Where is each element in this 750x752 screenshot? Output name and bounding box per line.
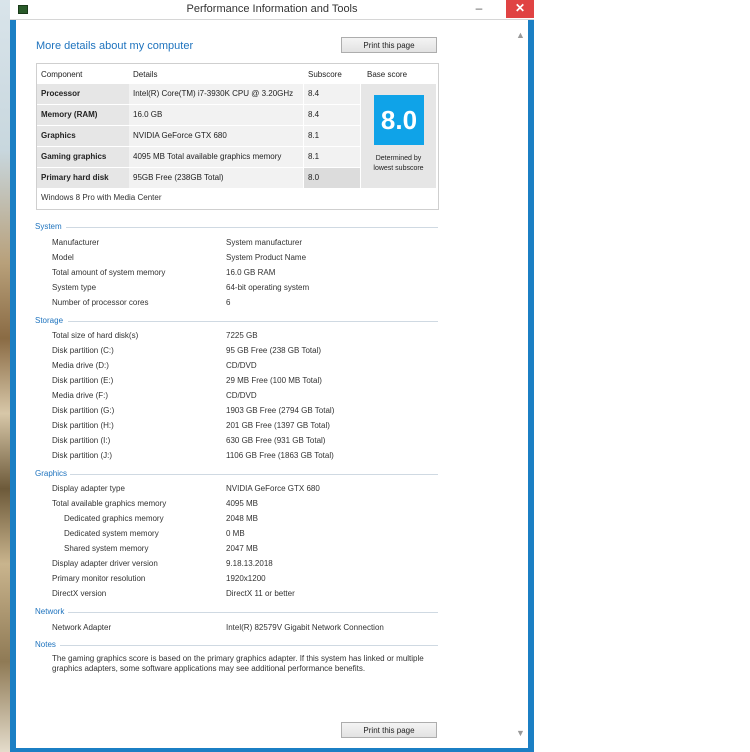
info-value: 29 MB Free (100 MB Total) <box>226 376 322 385</box>
scroll-up-icon[interactable]: ▲ <box>516 30 525 40</box>
info-value: 1903 GB Free (2794 GB Total) <box>226 406 335 415</box>
minimize-button[interactable]: – <box>466 0 492 18</box>
info-value: Intel(R) 82579V Gigabit Network Connecti… <box>226 623 384 632</box>
info-label: Media drive (D:) <box>52 361 109 370</box>
base-score-badge: 8.0 <box>374 95 424 145</box>
info-label: Number of processor cores <box>52 298 149 307</box>
maximize-button[interactable] <box>492 0 506 18</box>
component-subscore: 8.1 <box>304 147 360 167</box>
info-label: Manufacturer <box>52 238 100 247</box>
section-title-network: Network <box>35 607 65 616</box>
section-divider <box>70 474 438 475</box>
component-name: Gaming graphics <box>37 147 129 167</box>
windows-edition: Windows 8 Pro with Media Center <box>41 193 162 202</box>
client-area: More details about my computer Print thi… <box>16 20 528 748</box>
header-details: Details <box>133 70 158 79</box>
info-value: 2047 MB <box>226 544 259 553</box>
section-divider <box>60 645 438 646</box>
info-value: 1106 GB Free (1863 GB Total) <box>226 451 334 460</box>
info-value: 16.0 GB RAM <box>226 268 276 277</box>
info-value: 0 MB <box>226 529 245 538</box>
print-button-bottom[interactable]: Print this page <box>341 722 437 738</box>
window-title: Performance Information and Tools <box>186 3 358 15</box>
performance-window: Performance Information and Tools – ✕ Mo… <box>10 0 534 752</box>
info-label: Display adapter type <box>52 484 125 493</box>
info-value: 7225 GB <box>226 331 258 340</box>
component-details: NVIDIA GeForce GTX 680 <box>129 126 303 146</box>
info-value: CD/DVD <box>226 361 257 370</box>
score-table-header: Component Details Subscore Base score <box>37 64 438 84</box>
info-label: Network Adapter <box>52 623 112 632</box>
info-label: Total size of hard disk(s) <box>52 331 139 340</box>
section-title-notes: Notes <box>35 640 56 649</box>
vertical-scrollbar[interactable]: ▲ ▼ <box>512 20 528 748</box>
base-note-line-2: lowest subscore <box>373 165 424 172</box>
info-value: 1920x1200 <box>226 574 266 583</box>
section-title-graphics: Graphics <box>35 469 68 478</box>
info-value: 4095 MB <box>226 499 259 508</box>
section-divider <box>68 612 438 613</box>
section-divider <box>66 227 438 228</box>
base-score-panel: 8.0 Determined by lowest subscore <box>361 84 436 188</box>
component-subscore: 8.4 <box>304 105 360 125</box>
header-subscore: Subscore <box>308 70 342 79</box>
notes-text: The gaming graphics score is based on th… <box>52 654 424 673</box>
info-label: System type <box>52 283 97 292</box>
info-label: Disk partition (E:) <box>52 376 114 385</box>
component-details: 16.0 GB <box>129 105 303 125</box>
info-label: Dedicated system memory <box>64 529 159 538</box>
info-label: Media drive (F:) <box>52 391 109 400</box>
info-label: Shared system memory <box>64 544 149 553</box>
info-value: 64-bit operating system <box>226 283 310 292</box>
title-bar[interactable]: Performance Information and Tools – ✕ <box>10 0 534 20</box>
section-title-storage: Storage <box>35 316 64 325</box>
info-value: 201 GB Free (1397 GB Total) <box>226 421 330 430</box>
base-score-note: Determined by lowest subscore <box>361 154 436 174</box>
component-details: 4095 MB Total available graphics memory <box>129 147 303 167</box>
info-label: Total available graphics memory <box>52 499 167 508</box>
base-note-line-1: Determined by <box>375 155 422 162</box>
info-label: Display adapter driver version <box>52 559 158 568</box>
component-subscore: 8.1 <box>304 126 360 146</box>
page-title: More details about my computer <box>36 40 194 52</box>
component-subscore-lowest: 8.0 <box>304 168 360 188</box>
component-subscore: 8.4 <box>304 84 360 104</box>
info-value: CD/DVD <box>226 391 257 400</box>
info-label: DirectX version <box>52 589 107 598</box>
section-divider <box>68 321 438 322</box>
component-name: Primary hard disk <box>37 168 129 188</box>
component-name: Memory (RAM) <box>37 105 129 125</box>
info-label: Disk partition (C:) <box>52 346 114 355</box>
info-label: Dedicated graphics memory <box>64 514 164 523</box>
scroll-down-icon[interactable]: ▼ <box>516 728 525 738</box>
close-button[interactable]: ✕ <box>506 0 534 18</box>
info-value: 9.18.13.2018 <box>226 559 273 568</box>
info-label: Disk partition (I:) <box>52 436 111 445</box>
component-name: Processor <box>37 84 129 104</box>
info-value: DirectX 11 or better <box>226 589 295 598</box>
info-value: NVIDIA GeForce GTX 680 <box>226 484 320 493</box>
desktop-area <box>534 0 750 752</box>
header-base-score: Base score <box>367 70 408 79</box>
component-name: Graphics <box>37 126 129 146</box>
info-label: Disk partition (J:) <box>52 451 113 460</box>
info-value: 6 <box>226 298 231 307</box>
header-component: Component <box>41 70 83 79</box>
info-label: Total amount of system memory <box>52 268 166 277</box>
component-details: Intel(R) Core(TM) i7-3930K CPU @ 3.20GHz <box>129 84 303 104</box>
info-value: 2048 MB <box>226 514 259 523</box>
section-title-system: System <box>35 222 62 231</box>
info-label: Primary monitor resolution <box>52 574 146 583</box>
info-label: Model <box>52 253 74 262</box>
component-details: 95GB Free (238GB Total) <box>129 168 303 188</box>
info-value: 95 GB Free (238 GB Total) <box>226 346 322 355</box>
info-value: System manufacturer <box>226 238 303 247</box>
info-label: Disk partition (H:) <box>52 421 114 430</box>
print-button-top[interactable]: Print this page <box>341 37 437 53</box>
info-value: 630 GB Free (931 GB Total) <box>226 436 326 445</box>
info-label: Disk partition (G:) <box>52 406 115 415</box>
info-value: System Product Name <box>226 253 307 262</box>
score-table: Component Details Subscore Base score Pr… <box>36 63 439 210</box>
